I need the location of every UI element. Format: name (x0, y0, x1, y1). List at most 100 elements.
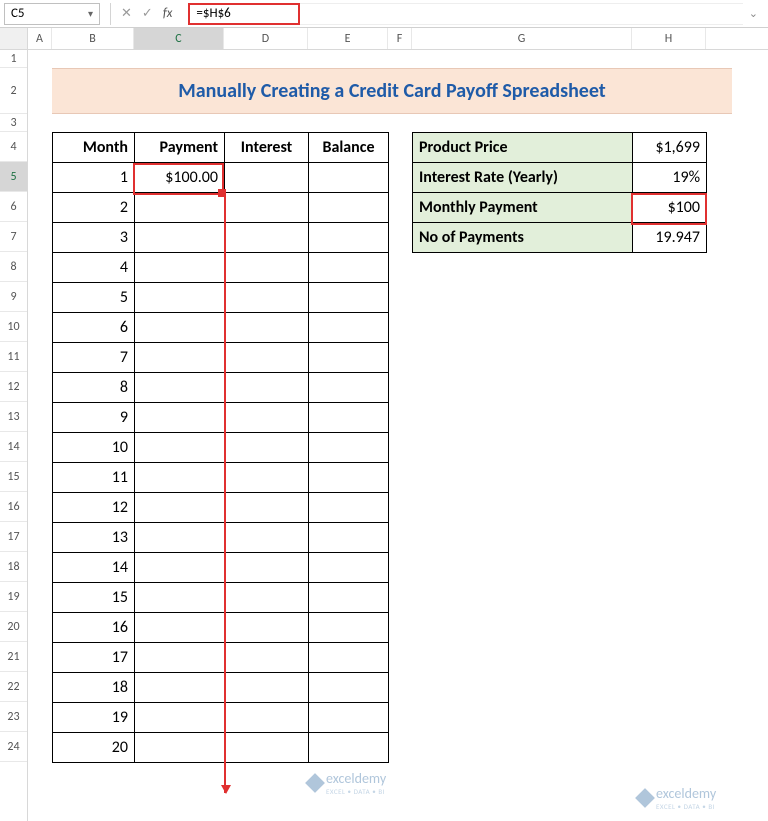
param-value[interactable]: $100 (633, 193, 707, 223)
cell-interest[interactable] (225, 673, 309, 703)
row-header-6[interactable]: 6 (0, 192, 27, 222)
hdr-interest[interactable]: Interest (225, 133, 309, 163)
cell-month[interactable]: 3 (53, 223, 135, 253)
cell-payment[interactable] (135, 313, 225, 343)
enter-icon[interactable]: ✓ (142, 6, 153, 21)
cell-month[interactable]: 17 (53, 643, 135, 673)
col-header-E[interactable]: E (308, 28, 388, 49)
col-header-G[interactable]: G (412, 28, 632, 49)
row-header-9[interactable]: 9 (0, 282, 27, 312)
cell-balance[interactable] (309, 583, 389, 613)
row-header-13[interactable]: 13 (0, 402, 27, 432)
cell-interest[interactable] (225, 313, 309, 343)
cell-interest[interactable] (225, 403, 309, 433)
chevron-down-icon[interactable]: ▾ (88, 7, 93, 20)
row-header-5[interactable]: 5 (0, 162, 27, 192)
cell-month[interactable]: 6 (53, 313, 135, 343)
cell-balance[interactable] (309, 553, 389, 583)
param-label[interactable]: Monthly Payment (413, 193, 633, 223)
row-header-18[interactable]: 18 (0, 552, 27, 582)
cell-payment[interactable] (135, 433, 225, 463)
col-header-D[interactable]: D (224, 28, 308, 49)
cell-month[interactable]: 4 (53, 253, 135, 283)
row-header-16[interactable]: 16 (0, 492, 27, 522)
row-header-21[interactable]: 21 (0, 642, 27, 672)
cell-balance[interactable] (309, 463, 389, 493)
cell-interest[interactable] (225, 703, 309, 733)
hdr-month[interactable]: Month (53, 133, 135, 163)
cell-month[interactable]: 7 (53, 343, 135, 373)
cell-balance[interactable] (309, 673, 389, 703)
expand-formula-icon[interactable]: ⌄ (743, 7, 764, 20)
cell-balance[interactable] (309, 163, 389, 193)
cell-interest[interactable] (225, 163, 309, 193)
cell-month[interactable]: 8 (53, 373, 135, 403)
cell-balance[interactable] (309, 703, 389, 733)
cell-balance[interactable] (309, 643, 389, 673)
row-header-8[interactable]: 8 (0, 252, 27, 282)
cell-month[interactable]: 14 (53, 553, 135, 583)
row-header-4[interactable]: 4 (0, 132, 27, 162)
cell-payment[interactable] (135, 523, 225, 553)
cell-month[interactable]: 19 (53, 703, 135, 733)
col-header-H[interactable]: H (632, 28, 706, 49)
cell-payment[interactable] (135, 703, 225, 733)
cell-month[interactable]: 18 (53, 673, 135, 703)
cell-payment[interactable] (135, 673, 225, 703)
cell-interest[interactable] (225, 463, 309, 493)
param-label[interactable]: Product Price (413, 133, 633, 163)
cell-balance[interactable] (309, 523, 389, 553)
cell-month[interactable]: 9 (53, 403, 135, 433)
cell-month[interactable]: 10 (53, 433, 135, 463)
cell-month[interactable]: 11 (53, 463, 135, 493)
cell-payment[interactable] (135, 463, 225, 493)
cell-balance[interactable] (309, 403, 389, 433)
cell-balance[interactable] (309, 433, 389, 463)
cell-month[interactable]: 13 (53, 523, 135, 553)
formula-input[interactable]: =$H$6 (188, 3, 300, 25)
cell-payment[interactable] (135, 583, 225, 613)
row-header-2[interactable]: 2 (0, 68, 27, 114)
cell-balance[interactable] (309, 253, 389, 283)
cell-interest[interactable] (225, 523, 309, 553)
row-header-1[interactable]: 1 (0, 50, 27, 68)
cell-payment[interactable] (135, 493, 225, 523)
cell-balance[interactable] (309, 733, 389, 763)
hdr-balance[interactable]: Balance (309, 133, 389, 163)
cell-month[interactable]: 1 (53, 163, 135, 193)
row-header-12[interactable]: 12 (0, 372, 27, 402)
col-header-A[interactable]: A (28, 28, 52, 49)
cell-balance[interactable] (309, 193, 389, 223)
name-box[interactable]: C5 ▾ (4, 3, 100, 25)
col-header-C[interactable]: C (134, 28, 224, 49)
row-header-7[interactable]: 7 (0, 222, 27, 252)
cell-interest[interactable] (225, 493, 309, 523)
hdr-payment[interactable]: Payment (135, 133, 225, 163)
cell-interest[interactable] (225, 343, 309, 373)
cell-interest[interactable] (225, 643, 309, 673)
cell-interest[interactable] (225, 253, 309, 283)
cell-interest[interactable] (225, 583, 309, 613)
row-header-20[interactable]: 20 (0, 612, 27, 642)
col-header-F[interactable]: F (388, 28, 412, 49)
row-header-19[interactable]: 19 (0, 582, 27, 612)
cell-interest[interactable] (225, 553, 309, 583)
cell-month[interactable]: 15 (53, 583, 135, 613)
cell-payment[interactable] (135, 193, 225, 223)
cell-interest[interactable] (225, 613, 309, 643)
cell-interest[interactable] (225, 193, 309, 223)
param-value[interactable]: $1,699 (633, 133, 707, 163)
cell-interest[interactable] (225, 433, 309, 463)
row-header-10[interactable]: 10 (0, 312, 27, 342)
cell-month[interactable]: 5 (53, 283, 135, 313)
row-header-11[interactable]: 11 (0, 342, 27, 372)
row-header-17[interactable]: 17 (0, 522, 27, 552)
row-header-23[interactable]: 23 (0, 702, 27, 732)
cell-payment[interactable] (135, 253, 225, 283)
row-header-3[interactable]: 3 (0, 114, 27, 132)
cell-balance[interactable] (309, 373, 389, 403)
row-header-24[interactable]: 24 (0, 732, 27, 762)
cancel-icon[interactable]: ✕ (121, 6, 132, 21)
cell-interest[interactable] (225, 223, 309, 253)
row-header-22[interactable]: 22 (0, 672, 27, 702)
